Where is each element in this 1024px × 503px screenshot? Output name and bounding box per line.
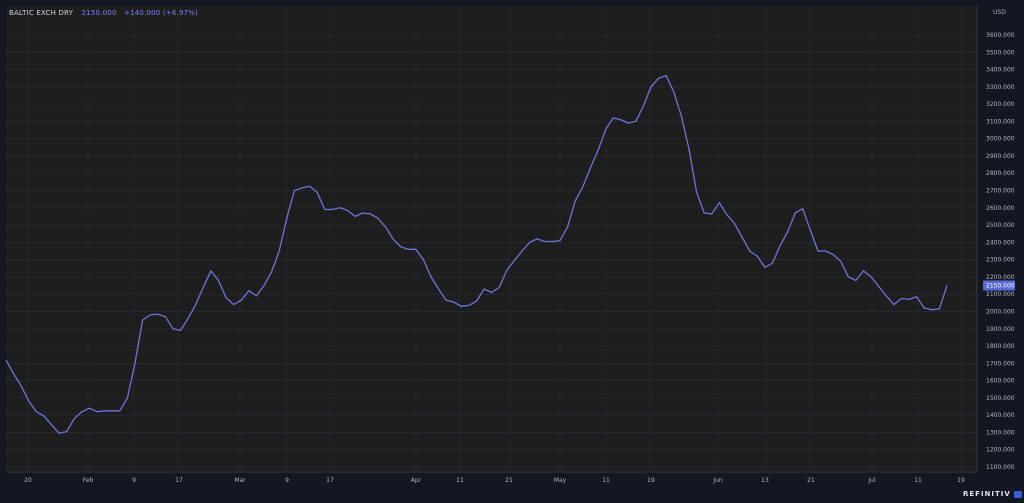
brand: REFINITIV bbox=[963, 490, 1022, 498]
last-price: 2150.000 bbox=[81, 9, 117, 17]
y-tick-label: 3300.000 bbox=[986, 84, 1015, 91]
x-tick-label: May bbox=[554, 477, 567, 484]
y-tick-label: 2600.000 bbox=[986, 205, 1015, 212]
last-price-tag-label: 2150.000 bbox=[986, 283, 1015, 290]
y-tick-label: 2000.000 bbox=[986, 308, 1015, 315]
x-tick-label: 17 bbox=[175, 477, 183, 484]
x-tick-label: 19 bbox=[957, 477, 965, 484]
y-tick-label: 2900.000 bbox=[986, 153, 1015, 160]
y-tick-label: 1800.000 bbox=[986, 343, 1015, 350]
y-tick-label: 3400.000 bbox=[986, 67, 1015, 74]
refinitiv-logo-icon bbox=[1013, 490, 1022, 498]
y-tick-label: 1700.000 bbox=[986, 360, 1015, 367]
currency-label: USD bbox=[993, 9, 1006, 16]
y-tick-label: 2300.000 bbox=[986, 257, 1015, 264]
x-tick-label: 21 bbox=[807, 477, 815, 484]
x-tick-label: 17 bbox=[326, 477, 334, 484]
y-tick-label: 2700.000 bbox=[986, 188, 1015, 195]
brand-name: REFINITIV bbox=[963, 490, 1011, 498]
y-tick-label: 1300.000 bbox=[986, 429, 1015, 436]
x-tick-label: 20 bbox=[24, 477, 32, 484]
x-tick-label: 21 bbox=[505, 477, 513, 484]
price-chart[interactable]: 1100.000 1200.000 1300.000 1400.000 1500.000… bbox=[0, 0, 1024, 503]
y-tick-label: 1500.000 bbox=[986, 395, 1015, 402]
x-tick-label: 11 bbox=[914, 477, 922, 484]
chart-frame: 1100.000 1200.000 1300.000 1400.000 1500.000… bbox=[0, 0, 1024, 503]
x-tick-label: Jun bbox=[712, 477, 723, 484]
y-tick-label: 1400.000 bbox=[986, 412, 1015, 419]
x-tick-label: 9 bbox=[285, 477, 289, 484]
x-tick-label: 11 bbox=[602, 477, 610, 484]
y-tick-label: 3100.000 bbox=[986, 118, 1015, 125]
price-change: +140.000 (+6.97%) bbox=[124, 9, 199, 17]
y-tick-label: 3200.000 bbox=[986, 101, 1015, 108]
y-tick-label: 3500.000 bbox=[986, 49, 1015, 56]
y-tick-label: 3000.000 bbox=[986, 136, 1015, 143]
y-tick-label: 3600.000 bbox=[986, 32, 1015, 39]
x-tick-label: Apr bbox=[411, 477, 422, 484]
y-tick-label: 2100.000 bbox=[986, 291, 1015, 298]
x-tick-label: 11 bbox=[456, 477, 464, 484]
y-tick-label: 2800.000 bbox=[986, 170, 1015, 177]
y-tick-label: 2500.000 bbox=[986, 222, 1015, 229]
instrument-name: BALTIC EXCH DRY bbox=[9, 9, 74, 17]
x-tick-label: 19 bbox=[647, 477, 655, 484]
chart-header: BALTIC EXCH DRY 2150.000 +140.000 (+6.97… bbox=[9, 9, 198, 17]
y-tick-label: 1600.000 bbox=[986, 378, 1015, 385]
y-tick-label: 2400.000 bbox=[986, 239, 1015, 246]
x-tick-label: Mar bbox=[234, 477, 246, 484]
y-tick-label: 1900.000 bbox=[986, 326, 1015, 333]
x-tick-label: 13 bbox=[761, 477, 769, 484]
x-tick-label: Jul bbox=[867, 477, 876, 484]
x-tick-label: Feb bbox=[83, 477, 94, 484]
y-tick-label: 1200.000 bbox=[986, 447, 1015, 454]
y-tick-label: 2200.000 bbox=[986, 274, 1015, 281]
y-tick-label: 1100.000 bbox=[986, 464, 1015, 471]
price-series-line bbox=[5, 74, 948, 434]
x-tick-label: 9 bbox=[132, 477, 136, 484]
